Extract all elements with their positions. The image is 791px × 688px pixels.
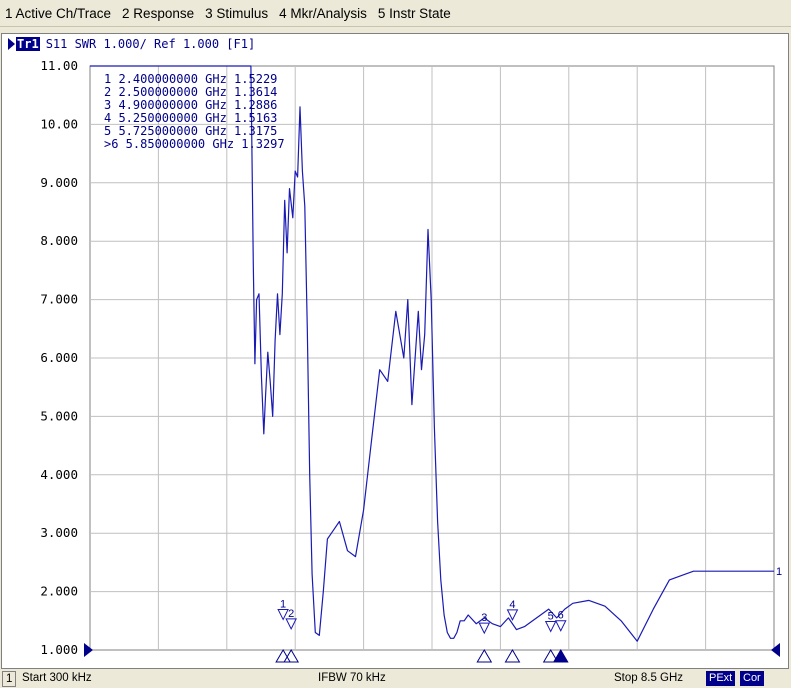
- trace-end-label: 1: [776, 566, 782, 578]
- y-tick-label: 7.000: [40, 292, 78, 307]
- marker-number: 2: [288, 608, 294, 620]
- y-tick-label: 6.000: [40, 350, 78, 365]
- marker-readout: 1 2.400000000 GHz 1.5229 2 2.500000000 G…: [104, 72, 285, 151]
- y-tick-labels: 11.00 10.00 9.000 8.000 7.000 6.000 5.000 4.000…: [40, 58, 78, 657]
- marker-number: 1: [280, 598, 286, 610]
- marker-number: 4: [509, 599, 515, 611]
- channel-indicator[interactable]: 1: [2, 671, 17, 687]
- y-tick-label: 2.000: [40, 584, 78, 599]
- marker-readout-row: 4 5.250000000 GHz 1.5163: [104, 111, 277, 125]
- marker-number: 3: [481, 612, 487, 624]
- status-bar: 1 Start 300 kHz IFBW 70 kHz Stop 8.5 GHz…: [0, 670, 791, 688]
- marker-number: 6: [558, 610, 564, 622]
- marker-stimulus-indicator: [476, 649, 493, 663]
- marker-readout-row: 3 4.900000000 GHz 1.2886: [104, 98, 277, 112]
- marker-number: 5: [548, 610, 554, 622]
- y-tick-label: 8.000: [40, 233, 78, 248]
- y-tick-label: 5.000: [40, 408, 78, 423]
- marker-readout-row: 5 5.725000000 GHz 1.3175: [104, 124, 277, 138]
- y-tick-label: 3.000: [40, 525, 78, 540]
- marker-readout-row: 1 2.400000000 GHz 1.5229: [104, 72, 277, 86]
- y-tick-label: 4.000: [40, 467, 78, 482]
- y-tick-label: 11.00: [40, 58, 78, 73]
- marker-readout-row: >6 5.850000000 GHz 1.3297: [104, 137, 285, 151]
- correction-badge[interactable]: Cor: [740, 671, 764, 686]
- stop-frequency: Stop 8.5 GHz: [614, 672, 684, 684]
- y-tick-label: 1.000: [40, 642, 78, 657]
- chart-grid: [89, 65, 775, 651]
- marker-readout-row: 2 2.500000000 GHz 1.3614: [104, 85, 277, 99]
- port-extension-badge[interactable]: PExt: [706, 671, 736, 686]
- marker-stimulus-indicator: [552, 649, 569, 663]
- ifbw-value: IFBW 70 kHz: [318, 672, 386, 684]
- marker-stimulus-indicator: [504, 649, 521, 663]
- y-tick-label: 10.00: [40, 116, 78, 131]
- start-frequency: Start 300 kHz: [22, 672, 92, 684]
- swr-chart[interactable]: 11.00 10.00 9.000 8.000 7.000 6.000 5.000 4.000…: [0, 0, 791, 688]
- y-tick-label: 9.000: [40, 175, 78, 190]
